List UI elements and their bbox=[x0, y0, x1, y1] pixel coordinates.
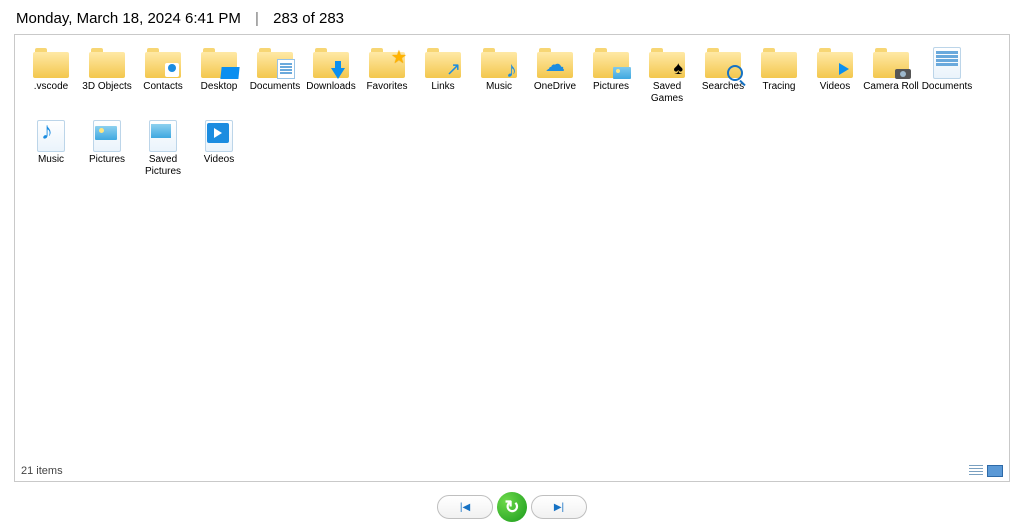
history-header: Monday, March 18, 2024 6:41 PM | 283 of … bbox=[0, 0, 1024, 35]
item-label: Pictures bbox=[79, 154, 135, 166]
explorer-item[interactable]: Videos bbox=[807, 45, 863, 104]
star-icon: ★ bbox=[391, 47, 407, 68]
view-controls[interactable] bbox=[969, 465, 1003, 477]
folder-icon: ↗ bbox=[423, 45, 463, 79]
item-label: Videos bbox=[191, 154, 247, 166]
item-label: Pictures bbox=[583, 81, 639, 93]
explorer-item[interactable]: 3D Objects bbox=[79, 45, 135, 104]
arrow-icon: ↗ bbox=[446, 59, 461, 80]
library-pics-icon bbox=[87, 118, 127, 152]
item-label: Documents bbox=[247, 81, 303, 93]
explorer-item[interactable]: Desktop bbox=[191, 45, 247, 104]
reload-icon: ↻ bbox=[504, 497, 519, 518]
monitor-icon bbox=[220, 67, 239, 79]
play-icon bbox=[839, 63, 849, 75]
folder-icon bbox=[199, 45, 239, 79]
item-label: Camera Roll bbox=[863, 81, 919, 93]
items-grid: .vscode3D ObjectsContactsDesktopDocument… bbox=[15, 35, 1009, 187]
folder-icon: ♠ bbox=[647, 45, 687, 79]
item-label: Favorites bbox=[359, 81, 415, 93]
item-label: Documents bbox=[919, 81, 975, 93]
explorer-item[interactable]: ♪ Music bbox=[23, 118, 79, 177]
music-note-icon: ♪ bbox=[506, 57, 517, 82]
status-bar: 21 items bbox=[21, 465, 63, 477]
explorer-item[interactable]: ☁ OneDrive bbox=[527, 45, 583, 104]
explorer-item[interactable]: Saved Pictures bbox=[135, 118, 191, 177]
explorer-item[interactable]: ♪Music bbox=[471, 45, 527, 104]
folder-icon bbox=[87, 45, 127, 79]
folder-icon bbox=[143, 45, 183, 79]
item-label: Tracing bbox=[751, 81, 807, 93]
timestamp: Monday, March 18, 2024 6:41 PM bbox=[16, 10, 241, 27]
explorer-item[interactable]: Videos bbox=[191, 118, 247, 177]
explorer-item[interactable]: Pictures bbox=[583, 45, 639, 104]
explorer-item[interactable]: Tracing bbox=[751, 45, 807, 104]
item-label: Contacts bbox=[135, 81, 191, 93]
folder-icon bbox=[815, 45, 855, 79]
contact-card-icon bbox=[165, 63, 179, 77]
spade-icon: ♠ bbox=[673, 58, 683, 79]
library-docfile-icon bbox=[927, 45, 967, 79]
explorer-item[interactable]: Documents bbox=[919, 45, 975, 104]
explorer-item[interactable]: Pictures bbox=[79, 118, 135, 177]
item-label: Saved Games bbox=[639, 81, 695, 104]
explorer-item[interactable]: Documents bbox=[247, 45, 303, 104]
camera-icon bbox=[895, 69, 911, 79]
folder-icon: ☁ bbox=[535, 45, 575, 79]
grid-view-icon[interactable] bbox=[987, 465, 1003, 477]
item-label: Saved Pictures bbox=[135, 154, 191, 177]
folder-icon: ♪ bbox=[479, 45, 519, 79]
next-button[interactable]: ▶| bbox=[531, 495, 587, 519]
position-counter: 283 of 283 bbox=[273, 10, 344, 27]
item-label: .vscode bbox=[23, 81, 79, 93]
history-controls: |◀ ↻ ▶| bbox=[0, 492, 1024, 522]
library-saved-icon bbox=[143, 118, 183, 152]
document-icon bbox=[277, 59, 295, 79]
explorer-window: .vscode3D ObjectsContactsDesktopDocument… bbox=[14, 34, 1010, 482]
item-label: Videos bbox=[807, 81, 863, 93]
folder-icon: ★ bbox=[367, 45, 407, 79]
item-label: Desktop bbox=[191, 81, 247, 93]
reload-button[interactable]: ↻ bbox=[497, 492, 527, 522]
separator: | bbox=[255, 10, 259, 27]
item-label: 3D Objects bbox=[79, 81, 135, 93]
folder-icon bbox=[759, 45, 799, 79]
folder-icon bbox=[255, 45, 295, 79]
item-label: Music bbox=[23, 154, 79, 166]
folder-icon bbox=[311, 45, 351, 79]
cloud-icon: ☁ bbox=[535, 54, 575, 77]
item-label: Downloads bbox=[303, 81, 359, 93]
list-view-icon[interactable] bbox=[969, 465, 983, 475]
prev-button[interactable]: |◀ bbox=[437, 495, 493, 519]
explorer-item[interactable]: Searches bbox=[695, 45, 751, 104]
explorer-item[interactable]: ★ Favorites bbox=[359, 45, 415, 104]
library-vids-icon bbox=[199, 118, 239, 152]
item-label: OneDrive bbox=[527, 81, 583, 93]
explorer-item[interactable]: Contacts bbox=[135, 45, 191, 104]
folder-icon bbox=[871, 45, 911, 79]
library-music-icon: ♪ bbox=[31, 118, 71, 152]
folder-icon bbox=[591, 45, 631, 79]
download-arrow-icon bbox=[331, 68, 345, 79]
explorer-item[interactable]: Camera Roll bbox=[863, 45, 919, 104]
explorer-item[interactable]: Downloads bbox=[303, 45, 359, 104]
explorer-item[interactable]: ♠Saved Games bbox=[639, 45, 695, 104]
explorer-item[interactable]: ↗Links bbox=[415, 45, 471, 104]
item-label: Links bbox=[415, 81, 471, 93]
item-label: Music bbox=[471, 81, 527, 93]
folder-icon bbox=[31, 45, 71, 79]
magnifier-icon bbox=[727, 65, 743, 81]
folder-icon bbox=[703, 45, 743, 79]
explorer-item[interactable]: .vscode bbox=[23, 45, 79, 104]
photo-icon bbox=[613, 67, 631, 79]
